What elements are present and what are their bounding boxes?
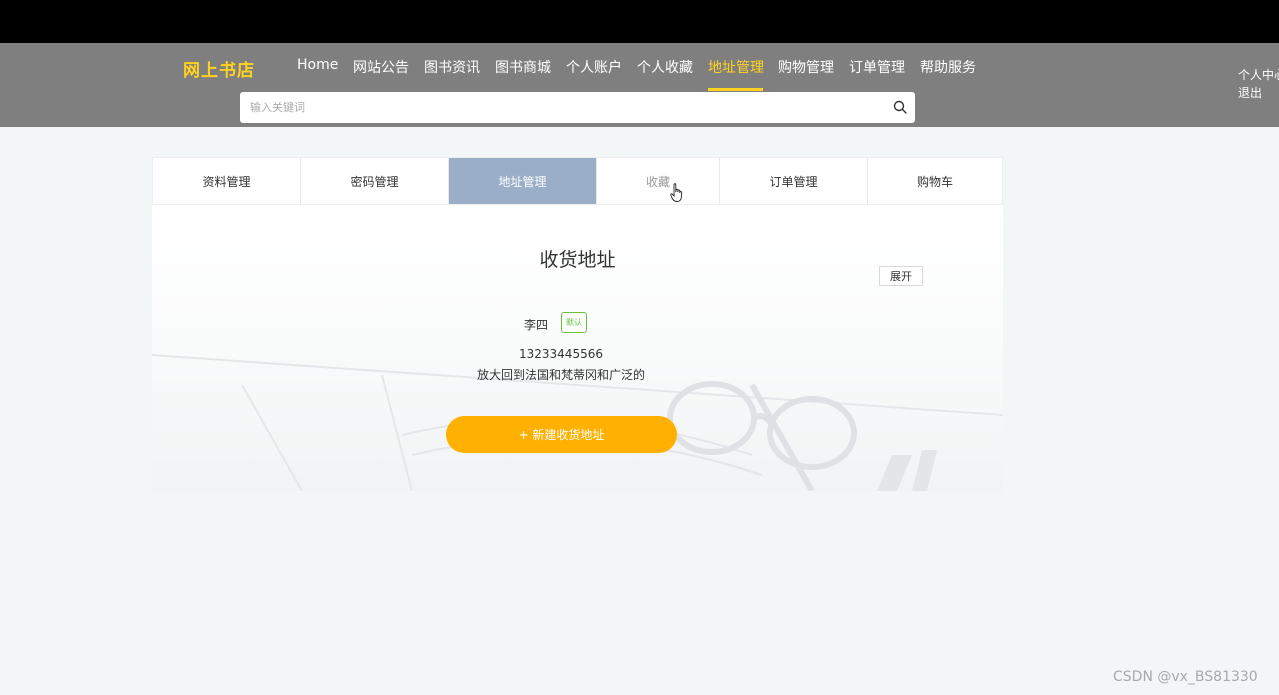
hand-cursor-icon [670, 183, 683, 202]
recipient-phone: 13233445566 [519, 347, 603, 361]
tab-cart[interactable]: 购物车 [868, 158, 1002, 204]
logout-link[interactable]: 退出 [1238, 84, 1279, 102]
tab-address[interactable]: 地址管理 [449, 158, 597, 204]
nav-item-help[interactable]: 帮助服务 [920, 57, 976, 91]
user-links: 个人中心 退出 [1238, 66, 1279, 102]
nav-item-book-news[interactable]: 图书资讯 [424, 57, 480, 91]
expand-button[interactable]: 展开 [879, 266, 923, 286]
main-nav: Home 网站公告 图书资讯 图书商城 个人账户 个人收藏 地址管理 购物管理 … [297, 57, 991, 91]
site-header: 网上书店 Home 网站公告 图书资讯 图书商城 个人账户 个人收藏 地址管理 … [0, 43, 1279, 127]
tab-orders[interactable]: 订单管理 [720, 158, 868, 204]
nav-item-announcements[interactable]: 网站公告 [353, 57, 409, 91]
site-logo[interactable]: 网上书店 [183, 56, 255, 81]
address-panel: 收货地址 展开 李四 默认 13233445566 放大回到法国和梵蒂冈和广泛的… [152, 205, 1003, 491]
nav-item-account[interactable]: 个人账户 [566, 57, 622, 91]
user-center-link[interactable]: 个人中心 [1238, 66, 1279, 84]
default-badge: 默认 [561, 312, 587, 333]
nav-item-orders[interactable]: 订单管理 [849, 57, 905, 91]
nav-item-home[interactable]: Home [297, 57, 338, 91]
tab-password[interactable]: 密码管理 [301, 158, 449, 204]
nav-item-book-mall[interactable]: 图书商城 [495, 57, 551, 91]
tab-profile[interactable]: 资料管理 [153, 158, 301, 204]
tab-favorites[interactable]: 收藏 [597, 158, 720, 204]
search-icon[interactable] [893, 100, 907, 114]
address-title: 收货地址 [539, 249, 616, 271]
nav-item-address[interactable]: 地址管理 [708, 57, 764, 91]
nav-item-shopping[interactable]: 购物管理 [778, 57, 834, 91]
top-black-bar [0, 0, 1279, 43]
recipient-address: 放大回到法国和梵蒂冈和广泛的 [476, 368, 645, 382]
search-bar [240, 92, 915, 123]
csdn-watermark: CSDN @vx_BS81330 [1113, 669, 1258, 685]
new-address-button[interactable]: + 新建收货地址 [446, 416, 677, 453]
search-input[interactable] [240, 92, 880, 123]
nav-item-favorites[interactable]: 个人收藏 [637, 57, 693, 91]
recipient-name: 李四 [524, 318, 549, 332]
account-tabs: 资料管理 密码管理 地址管理 收藏 订单管理 购物车 [152, 157, 1003, 205]
